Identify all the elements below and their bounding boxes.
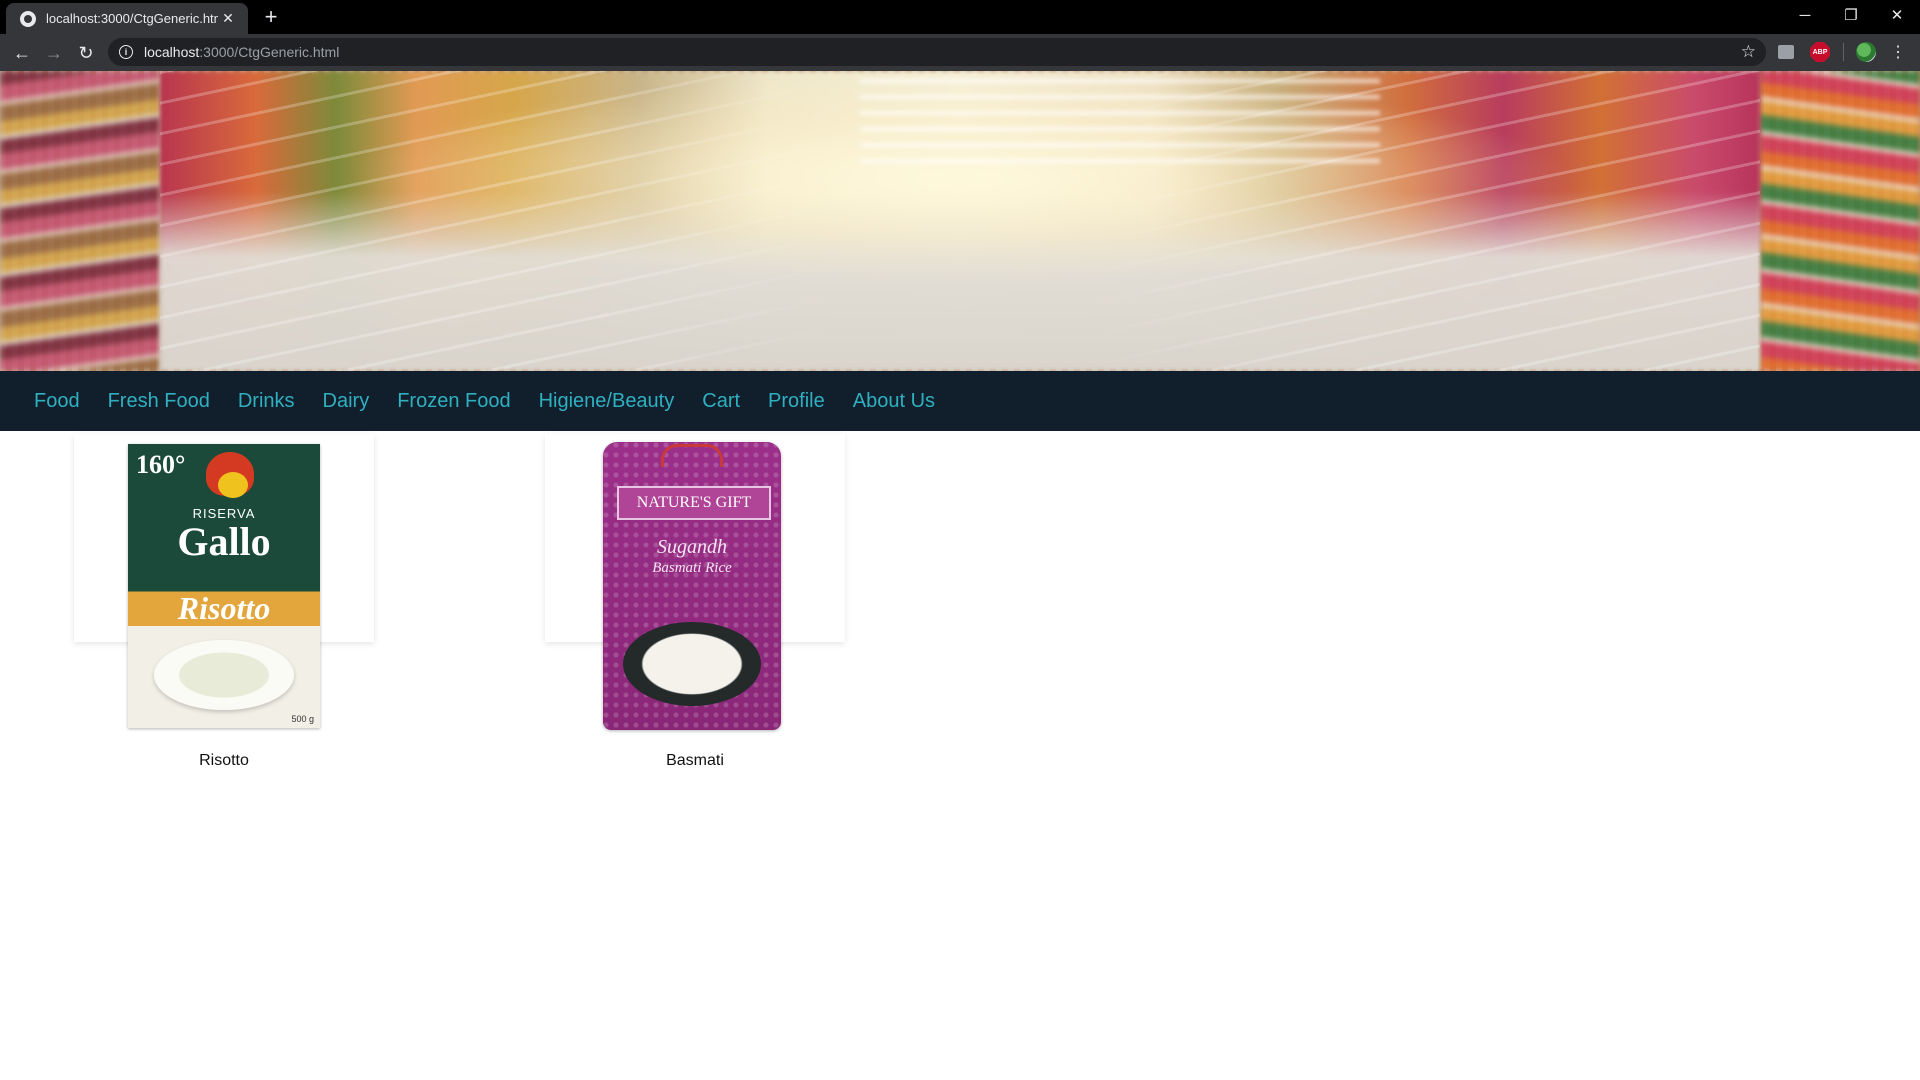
browser-menu-icon[interactable]: ⋮ <box>1890 42 1906 62</box>
address-bar[interactable]: i localhost:3000/CtgGeneric.html ☆ <box>108 38 1766 66</box>
bag-line2: Basmati Rice <box>652 560 732 576</box>
url-path: :3000/CtgGeneric.html <box>199 44 340 60</box>
bag-line1: Sugandh <box>657 536 727 558</box>
product-image-risotto[interactable]: 160° RISERVA Gallo Risotto 500 g <box>128 444 320 728</box>
category-navbar: Food Fresh Food Drinks Dairy Frozen Food… <box>0 371 1920 431</box>
pack-plate-illustration <box>154 640 294 710</box>
rooster-logo <box>206 452 254 498</box>
browser-toolbar: ← → ↻ i localhost:3000/CtgGeneric.html ☆… <box>0 34 1920 71</box>
profile-avatar-icon[interactable] <box>1856 42 1876 62</box>
product-image-frame[interactable]: 160° RISERVA Gallo Risotto 500 g <box>74 434 374 728</box>
bag-bowl-illustration <box>623 622 761 706</box>
globe-icon <box>20 10 36 27</box>
product-image-basmati[interactable]: NATURE'S GIFT Sugandh Basmati Rice <box>603 442 781 730</box>
forward-arrow-icon[interactable]: → <box>40 39 68 67</box>
browser-tab[interactable]: localhost:3000/CtgGeneric.html ✕ <box>6 3 248 34</box>
pack-brand: Gallo <box>177 519 271 564</box>
close-window-button[interactable]: ✕ <box>1874 0 1920 30</box>
browser-tabstrip: localhost:3000/CtgGeneric.html ✕ + ─ ❐ ✕ <box>0 0 1920 34</box>
minimize-button[interactable]: ─ <box>1782 0 1828 30</box>
camera-extension-icon[interactable] <box>1778 45 1794 59</box>
url-host: localhost <box>144 44 200 60</box>
pack-badge: 160° <box>136 450 186 479</box>
nav-link-dairy[interactable]: Dairy <box>323 390 370 413</box>
url-text[interactable]: localhost:3000/CtgGeneric.html <box>144 44 1741 60</box>
bag-brand: NATURE'S GIFT <box>617 486 771 520</box>
site-info-icon[interactable]: i <box>119 45 133 59</box>
hero-background-right <box>1760 71 1920 371</box>
reload-icon[interactable]: ↻ <box>72 39 100 67</box>
nav-link-frozen-food[interactable]: Frozen Food <box>397 390 510 413</box>
window-controls: ─ ❐ ✕ <box>1782 0 1920 30</box>
nav-link-drinks[interactable]: Drinks <box>238 390 295 413</box>
bookmark-star-icon[interactable]: ☆ <box>1741 42 1756 62</box>
back-arrow-icon[interactable]: ← <box>8 39 36 67</box>
nav-link-higiene-beauty[interactable]: Higiene/Beauty <box>539 390 675 413</box>
hero-background-left <box>0 71 160 371</box>
product-image-frame[interactable]: NATURE'S GIFT Sugandh Basmati Rice <box>545 434 845 730</box>
tab-close-icon[interactable]: ✕ <box>218 10 238 27</box>
hero-ceiling-lights <box>860 79 1380 169</box>
nav-link-food[interactable]: Food <box>34 390 80 413</box>
bag-handle <box>661 444 723 467</box>
toolbar-divider <box>1843 43 1844 61</box>
product-name[interactable]: Risotto <box>74 752 374 770</box>
tab-title: localhost:3000/CtgGeneric.html <box>46 11 218 26</box>
nav-link-about-us[interactable]: About Us <box>853 390 935 413</box>
product-card[interactable]: NATURE'S GIFT Sugandh Basmati Rice Basma… <box>545 434 845 769</box>
pack-variety: Risotto <box>177 590 271 626</box>
nav-link-fresh-food[interactable]: Fresh Food <box>108 390 210 413</box>
adblock-extension-icon[interactable]: ABP <box>1810 42 1830 62</box>
hero-banner <box>0 71 1920 371</box>
nav-link-cart[interactable]: Cart <box>702 390 740 413</box>
product-name[interactable]: Basmati <box>545 752 845 770</box>
pack-weight: 500 g <box>291 714 314 724</box>
restore-button[interactable]: ❐ <box>1828 0 1874 30</box>
product-card[interactable]: 160° RISERVA Gallo Risotto 500 g Risotto <box>74 434 374 769</box>
nav-link-profile[interactable]: Profile <box>768 390 825 413</box>
new-tab-button[interactable]: + <box>258 4 284 30</box>
